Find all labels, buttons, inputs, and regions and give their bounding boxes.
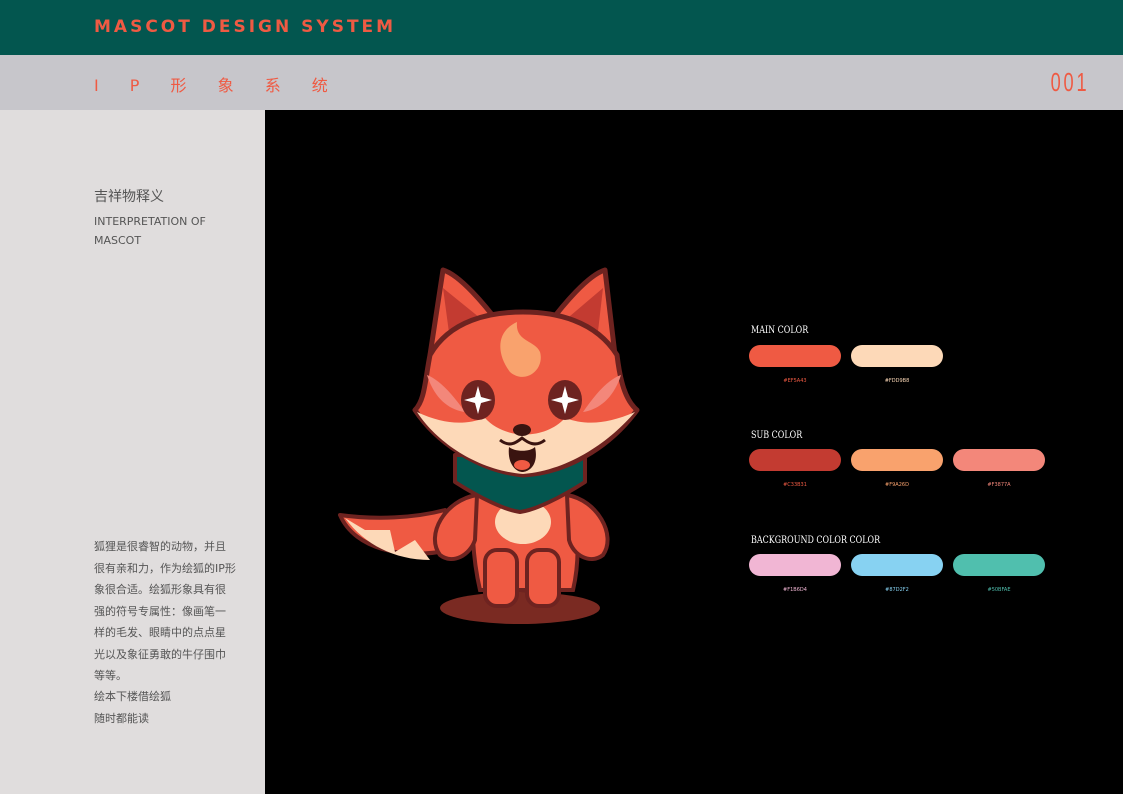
heading-english: INTERPRETATION OF MASCOT — [94, 215, 206, 247]
main-color-swatch-1 — [749, 345, 841, 367]
ip-system-subtitle: I P 形 象 系 统 — [94, 76, 341, 95]
sub-color-swatch-2 — [851, 449, 943, 471]
background-color-code-1: #F1B6D4 — [783, 587, 807, 593]
fox-mascot-illustration — [338, 267, 640, 624]
sub-color-label: SUB COLOR — [751, 430, 803, 441]
sub-color-swatch-3 — [953, 449, 1045, 471]
heading-chinese: 吉祥物释义 — [94, 189, 164, 205]
sub-color-swatch-1 — [749, 449, 841, 471]
mascot-description: 狐狸是很睿智的动物，并且很有亲和力，作为绘狐的IP形象很合适。绘狐形象具有很强的… — [94, 540, 236, 682]
sidebar-panel: 吉祥物释义 INTERPRETATION OF MASCOT 狐狸是很睿智的动物… — [0, 110, 265, 794]
system-title: MASCOT DESIGN SYSTEM — [94, 17, 397, 37]
main-color-label: MAIN COLOR — [751, 325, 809, 336]
sub-color-code-1: #C33B31 — [783, 482, 807, 488]
page-number: 001 — [1050, 67, 1089, 97]
sub-color-code-3: #F3877A — [987, 482, 1011, 488]
slogan-line-2: 随时都能读 — [94, 712, 149, 725]
background-color-code-3: #50BFAE — [987, 587, 1011, 593]
main-color-swatch-2 — [851, 345, 943, 367]
top-header-bar: MASCOT DESIGN SYSTEM — [0, 0, 1123, 55]
background-color-code-2: #87D2F2 — [885, 587, 909, 593]
background-color-swatch-3 — [953, 554, 1045, 576]
artboard: MAIN COLOR #EF5A43 #FDD9B8 SUB COLOR #C3… — [265, 110, 1123, 794]
main-color-code-2: #FDD9B8 — [884, 378, 910, 384]
slogan: 绘本下楼借绘狐 随时都能读 — [94, 686, 236, 730]
slogan-line-1: 绘本下楼借绘狐 — [94, 690, 171, 703]
background-color-swatch-1 — [749, 554, 841, 576]
sub-header-bar: I P 形 象 系 统 001 — [0, 55, 1123, 110]
background-color-label: BACKGROUND COLOR COLOR — [751, 535, 881, 546]
background-color-swatch-2 — [851, 554, 943, 576]
main-color-code-1: #EF5A43 — [783, 378, 807, 384]
sub-color-code-2: #F9A26D — [885, 482, 909, 488]
